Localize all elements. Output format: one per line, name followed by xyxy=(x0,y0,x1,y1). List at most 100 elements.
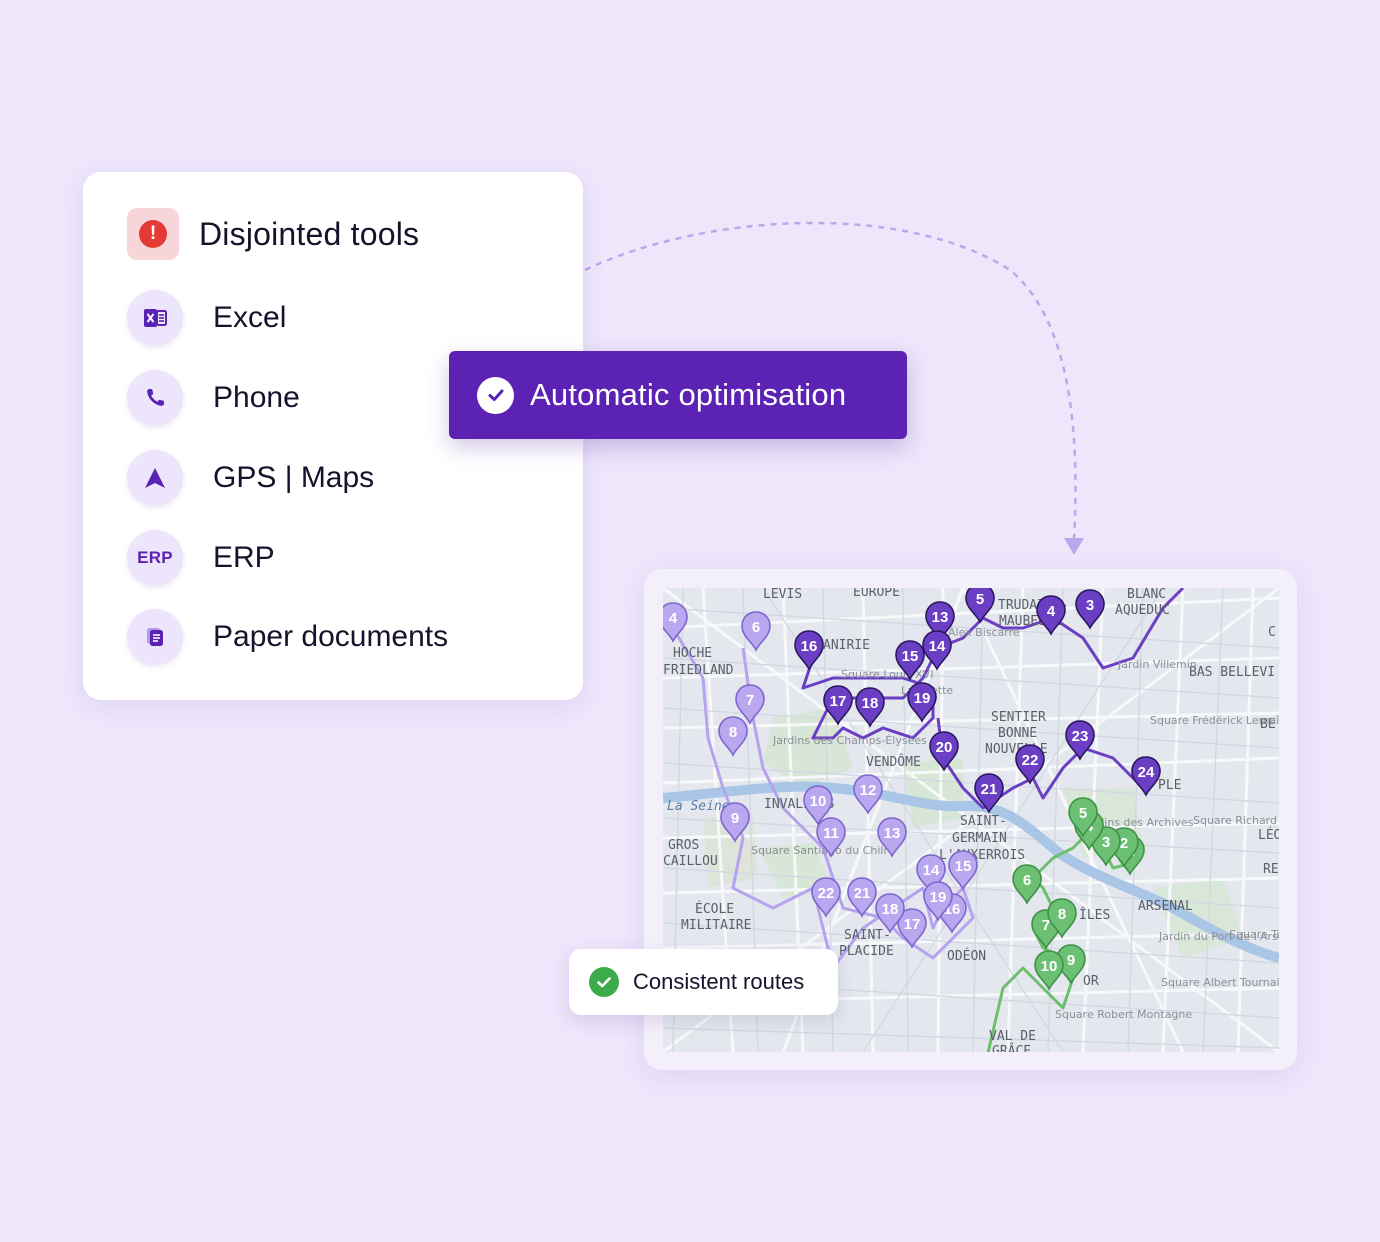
tool-label-erp: ERP xyxy=(213,541,275,574)
check-circle-icon xyxy=(589,967,619,997)
pin-number: 19 xyxy=(914,690,931,707)
pin-number: 7 xyxy=(746,692,754,709)
tool-item-gps-maps: GPS | Maps xyxy=(127,450,374,506)
pin-number: 2 xyxy=(1120,835,1128,852)
map-label: RE xyxy=(1263,862,1279,877)
map-label: Square Frédérick Lemaître xyxy=(1150,714,1279,727)
pin-number: 21 xyxy=(854,885,871,902)
map-label: HOCHE xyxy=(673,646,712,661)
alert-badge: ! xyxy=(127,208,179,260)
pin-number: 8 xyxy=(1058,906,1066,923)
pin-number: 5 xyxy=(1079,805,1087,822)
tools-card-title: Disjointed tools xyxy=(199,215,420,252)
map-label: PLE xyxy=(1158,778,1181,793)
pin-number: 20 xyxy=(936,739,953,756)
consistent-routes-label: Consistent routes xyxy=(633,969,805,994)
erp-icon-text: ERP xyxy=(137,548,173,567)
map-label: ANIRIE xyxy=(823,638,870,653)
pin-number: 11 xyxy=(823,825,839,842)
pin-number: 21 xyxy=(981,781,998,798)
pin-number: 14 xyxy=(923,862,940,879)
tools-card-header: ! Disjointed tools xyxy=(127,208,419,260)
documents-icon xyxy=(127,609,183,665)
pin-number: 16 xyxy=(801,638,818,655)
map-label: SAINT- xyxy=(844,928,891,943)
map-label: Square Santiago du Chili xyxy=(751,844,887,857)
pin-number: 22 xyxy=(1022,752,1039,769)
exclamation-icon: ! xyxy=(139,220,167,248)
map-label: C xyxy=(1268,625,1276,640)
map-label: OR xyxy=(1083,974,1099,989)
pin-number: 23 xyxy=(1072,728,1089,745)
consistent-routes-chip: Consistent routes xyxy=(569,949,838,1015)
pin-number: 9 xyxy=(731,810,739,827)
map-label: CAILLOU xyxy=(663,854,718,869)
pin-number: 18 xyxy=(862,695,879,712)
pin-number: 17 xyxy=(904,916,921,933)
pin-number: 6 xyxy=(1023,872,1031,889)
tool-item-excel: Excel xyxy=(127,290,286,346)
pin-number: 8 xyxy=(729,724,737,741)
phone-icon xyxy=(127,370,183,426)
map-label: BONNE xyxy=(998,726,1037,741)
pin-number: 10 xyxy=(1041,958,1058,975)
pin-number: 14 xyxy=(929,638,946,655)
map-label: SAINT- xyxy=(960,814,1007,829)
map-label: BAS BELLEVI xyxy=(1189,665,1275,680)
pin-number: 4 xyxy=(1047,603,1056,620)
pin-number: 5 xyxy=(976,591,984,608)
map-label: GERMAIN xyxy=(952,831,1007,846)
pin-number: 19 xyxy=(930,889,947,906)
tool-label-gps-maps: GPS | Maps xyxy=(213,461,375,494)
map-label: LÉO xyxy=(1258,827,1279,843)
pin-number: 4 xyxy=(669,610,678,627)
pin-number: 3 xyxy=(1086,597,1094,614)
map-label: ÎLES xyxy=(1079,907,1110,923)
tool-item-paper-documents: Paper documents xyxy=(127,609,448,665)
excel-icon xyxy=(127,290,183,346)
pin-number: 6 xyxy=(752,619,760,636)
map-label: ARSENAL xyxy=(1138,899,1193,914)
map-label: Square Albert Tournaire xyxy=(1161,976,1279,989)
erp-text-icon: ERP xyxy=(127,530,183,586)
map-label: PLACIDE xyxy=(839,944,894,959)
page: ! Disjointed tools Excel Phone GPS | Map… xyxy=(0,0,1380,1242)
pin-number: 10 xyxy=(810,793,827,810)
check-circle-icon xyxy=(477,376,514,414)
map-label: Square Robert Montagne xyxy=(1055,1008,1192,1021)
tool-label-phone: Phone xyxy=(213,381,300,414)
pin-number: 15 xyxy=(955,858,972,875)
map-label: BLANC xyxy=(1127,588,1166,602)
pin-number: 9 xyxy=(1067,952,1075,969)
map-label: SENTIER xyxy=(991,710,1046,725)
map-label: EUROPE xyxy=(853,588,900,600)
map-label: GRÂCE xyxy=(992,1043,1031,1052)
map-label: MILITAIRE xyxy=(681,918,751,933)
map-label: Square Richard Lenoir xyxy=(1193,814,1279,827)
map-label: Alex Biscarre xyxy=(948,626,1020,639)
map-label: Square Louis XVI xyxy=(841,668,933,681)
map-label: VENDÔME xyxy=(866,754,921,770)
pin-number: 13 xyxy=(932,609,949,626)
map-label: ODÉON xyxy=(947,948,986,964)
arrowhead-icon xyxy=(1064,538,1084,555)
pin-number: 12 xyxy=(860,782,877,799)
pin-number: 22 xyxy=(818,885,835,902)
map-label: VAL DE xyxy=(989,1029,1036,1044)
navigation-arrow-icon xyxy=(127,450,183,506)
map-label: Square Trousseau xyxy=(1229,928,1279,941)
river-label: La Seine xyxy=(667,799,730,814)
map-label: AQUEDUC xyxy=(1115,603,1170,618)
tool-item-erp: ERP ERP xyxy=(127,530,275,586)
automatic-optimisation-banner: Automatic optimisation xyxy=(449,351,907,439)
pin-number: 17 xyxy=(830,693,847,710)
map-label: Jardins des Champs-Élysées xyxy=(772,734,927,747)
map-label: ÉCOLE xyxy=(695,901,734,917)
automatic-optimisation-label: Automatic optimisation xyxy=(530,377,847,412)
tool-label-paper-documents: Paper documents xyxy=(213,620,449,653)
pin-number: 18 xyxy=(882,901,899,918)
map-label: GROS xyxy=(668,838,699,853)
tool-label-excel: Excel xyxy=(213,301,287,334)
map-label: LEVIS xyxy=(763,588,802,602)
pin-number: 15 xyxy=(902,648,919,665)
